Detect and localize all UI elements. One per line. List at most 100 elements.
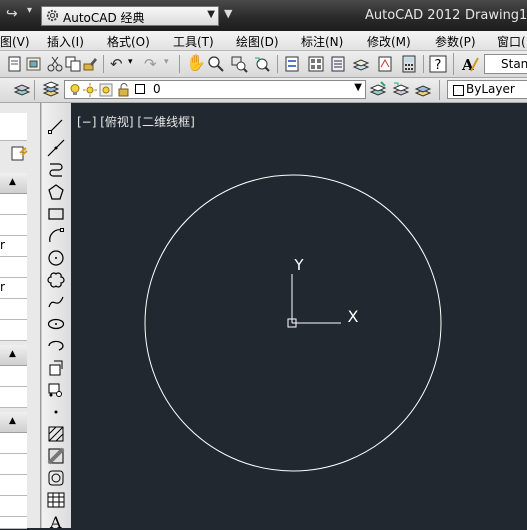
viewport-sun-icon bbox=[99, 83, 113, 97]
quickcalc-icon[interactable] bbox=[400, 55, 418, 73]
menu-bar: 图(V) 插入(I) 格式(O) 工具(T) 绘图(D) 标注(N) 修改(M)… bbox=[0, 31, 527, 51]
palette-row[interactable]: r bbox=[0, 278, 27, 299]
arc-icon[interactable] bbox=[47, 227, 65, 245]
layer-control-select[interactable]: 0 ▼ bbox=[64, 80, 366, 99]
copy-icon[interactable] bbox=[64, 55, 82, 73]
palette-row[interactable] bbox=[0, 194, 27, 215]
undo-icon[interactable]: ↶ bbox=[110, 55, 123, 73]
palette-section-header[interactable]: ▲ bbox=[0, 345, 27, 366]
layer-state-manager-icon[interactable] bbox=[414, 81, 432, 99]
layers-toolbar: 0 ▼ ByLayer bbox=[0, 78, 527, 103]
palette-row[interactable] bbox=[0, 475, 27, 496]
table-icon[interactable] bbox=[47, 491, 65, 509]
palette-section-header[interactable]: ▲ bbox=[0, 412, 27, 433]
menu-tools[interactable]: 工具(T) bbox=[173, 33, 214, 50]
menu-view[interactable]: 图(V) bbox=[0, 33, 30, 50]
zoom-realtime-icon[interactable] bbox=[207, 55, 225, 73]
standard-toolbar: ↶ ▾ ↷ ▾ ✋ ? A Stan bbox=[0, 51, 527, 78]
palette-row[interactable] bbox=[0, 257, 27, 278]
drawing-canvas[interactable]: Y X bbox=[71, 103, 527, 528]
help-icon[interactable]: ? bbox=[429, 55, 447, 73]
palette-row-value: r bbox=[0, 280, 5, 294]
chevron-down-icon: ▼ bbox=[207, 9, 215, 20]
palette-row[interactable] bbox=[0, 454, 27, 475]
layer-previous-icon[interactable] bbox=[392, 81, 410, 99]
draw-toolbar: A bbox=[41, 103, 72, 530]
ellipse-icon[interactable] bbox=[47, 315, 65, 333]
print-preview-icon[interactable] bbox=[6, 55, 24, 73]
text-style-select[interactable]: Stan bbox=[484, 54, 527, 74]
menu-modify[interactable]: 修改(M) bbox=[367, 33, 411, 50]
properties-icon[interactable] bbox=[283, 55, 301, 73]
hatch-icon[interactable] bbox=[47, 425, 65, 443]
palette-row[interactable] bbox=[0, 299, 27, 320]
ellipse-arc-icon[interactable] bbox=[47, 337, 65, 355]
collapse-arrow-icon: ▲ bbox=[9, 416, 16, 426]
ucs-x-label: X bbox=[348, 307, 359, 326]
point-icon[interactable] bbox=[47, 403, 65, 421]
properties-palette: ▲ r r ▲ ▲ bbox=[0, 103, 41, 529]
menu-insert[interactable]: 插入(I) bbox=[47, 33, 84, 50]
region-icon[interactable] bbox=[47, 469, 65, 487]
quick-select-icon[interactable] bbox=[10, 145, 28, 163]
palette-row[interactable] bbox=[0, 366, 27, 387]
gear-icon bbox=[46, 9, 59, 22]
cut-icon[interactable] bbox=[46, 55, 64, 73]
match-properties-icon[interactable] bbox=[82, 55, 100, 73]
redo-dropdown-icon[interactable]: ▾ bbox=[164, 57, 169, 67]
palette-row[interactable]: r bbox=[0, 236, 27, 257]
color-control-select[interactable]: ByLayer bbox=[447, 80, 527, 99]
color-swatch bbox=[453, 85, 464, 96]
pan-hand-icon[interactable]: ✋ bbox=[186, 53, 206, 72]
palette-row[interactable] bbox=[0, 320, 27, 341]
customize-dropdown-icon[interactable]: ▼ bbox=[224, 7, 232, 20]
zoom-window-icon[interactable] bbox=[230, 55, 248, 73]
text-style-icon[interactable]: A bbox=[461, 55, 479, 73]
layer-tool-icon[interactable] bbox=[13, 81, 31, 99]
publish-icon[interactable] bbox=[25, 55, 43, 73]
gradient-icon[interactable] bbox=[47, 447, 65, 465]
polyline-icon[interactable] bbox=[47, 161, 65, 179]
multiline-text-icon[interactable]: A bbox=[47, 512, 65, 530]
layer-properties-manager-icon[interactable] bbox=[42, 81, 60, 99]
palette-row[interactable] bbox=[0, 496, 27, 517]
menu-draw[interactable]: 绘图(D) bbox=[236, 33, 279, 50]
palette-row[interactable] bbox=[0, 433, 27, 454]
palette-selection-box[interactable] bbox=[0, 113, 27, 141]
zoom-previous-icon[interactable] bbox=[253, 55, 271, 73]
chevron-down-icon: ▼ bbox=[354, 82, 362, 93]
palette-row[interactable] bbox=[0, 387, 27, 408]
collapse-arrow-icon: ▲ bbox=[9, 349, 16, 359]
polygon-icon[interactable] bbox=[47, 183, 65, 201]
design-center-icon[interactable] bbox=[307, 55, 325, 73]
menu-dimension[interactable]: 标注(N) bbox=[301, 33, 343, 50]
menu-format[interactable]: 格式(O) bbox=[107, 33, 150, 50]
redo-arrow-icon[interactable]: ↪ bbox=[6, 6, 18, 22]
palette-row[interactable] bbox=[0, 517, 27, 529]
sun-icon bbox=[83, 83, 97, 97]
model-viewport[interactable]: [−] [俯视] [二维线框] Y X bbox=[71, 103, 527, 528]
tool-palettes-icon[interactable] bbox=[329, 55, 347, 73]
palette-row[interactable] bbox=[0, 215, 27, 236]
revision-cloud-icon[interactable] bbox=[47, 271, 65, 289]
rectangle-icon[interactable] bbox=[47, 205, 65, 223]
svg-text:?: ? bbox=[435, 58, 442, 73]
line-icon[interactable] bbox=[47, 117, 65, 135]
undo-dropdown-icon[interactable]: ▾ bbox=[128, 57, 133, 67]
svg-text:A: A bbox=[49, 513, 62, 530]
workspace-switcher[interactable]: AutoCAD 经典 ▼ bbox=[41, 6, 219, 26]
construction-line-icon[interactable] bbox=[47, 139, 65, 157]
redo-icon[interactable]: ↷ bbox=[144, 55, 157, 73]
sheet-set-icon[interactable] bbox=[352, 55, 370, 73]
menu-window[interactable]: 窗口( bbox=[497, 33, 526, 50]
insert-block-icon[interactable] bbox=[47, 359, 65, 377]
make-object-layer-current-icon[interactable] bbox=[369, 81, 387, 99]
qat-dropdown-icon[interactable]: ▾ bbox=[27, 5, 32, 16]
color-control-label: ByLayer bbox=[466, 82, 515, 96]
palette-section-header[interactable]: ▲ bbox=[0, 173, 27, 194]
make-block-icon[interactable] bbox=[47, 381, 65, 399]
markup-set-icon[interactable] bbox=[376, 55, 394, 73]
menu-parametric[interactable]: 参数(P) bbox=[435, 33, 476, 50]
spline-icon[interactable] bbox=[47, 293, 65, 311]
circle-icon[interactable] bbox=[47, 249, 65, 267]
